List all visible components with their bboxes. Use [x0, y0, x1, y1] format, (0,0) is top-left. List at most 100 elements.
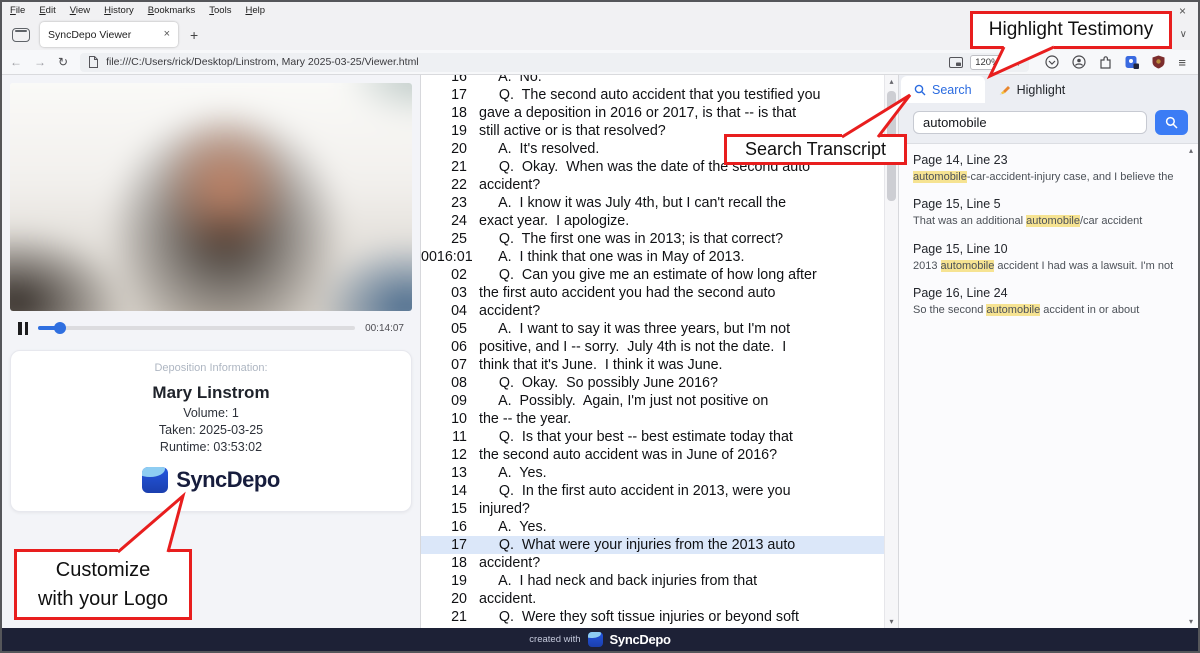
viewer-content: 00:14:07 Deposition Information: Mary Li…: [2, 75, 1198, 628]
transcript-line[interactable]: 02 Q. Can you give me an estimate of how…: [421, 266, 884, 284]
window-close-icon[interactable]: ×: [1179, 5, 1190, 17]
menu-item[interactable]: Bookmarks: [148, 5, 196, 16]
line-number: 0016:01: [421, 248, 479, 266]
current-time: 00:14:07: [365, 323, 404, 334]
menu-item[interactable]: View: [70, 5, 90, 16]
transcript-line[interactable]: 06 positive, and I -- sorry. July 4th is…: [421, 338, 884, 356]
scroll-up-icon[interactable]: ▴: [889, 77, 893, 86]
transcript-line[interactable]: 16 A. Yes.: [421, 518, 884, 536]
result-snippet: So the second automobile accident in or …: [913, 303, 1178, 317]
back-icon[interactable]: ←: [10, 56, 22, 68]
transcript-line[interactable]: 25 Q. The first one was in 2013; is that…: [421, 230, 884, 248]
seek-thumb[interactable]: [54, 322, 66, 334]
transcript-line[interactable]: 09 A. Possibly. Again, I'm just not posi…: [421, 392, 884, 410]
reload-icon[interactable]: ↻: [58, 56, 68, 68]
transcript-line[interactable]: 04 accident?: [421, 302, 884, 320]
transcript-line[interactable]: 14 Q. In the first auto accident in 2013…: [421, 482, 884, 500]
menu-item[interactable]: Help: [245, 5, 265, 16]
callout-highlight-text: Highlight Testimony: [989, 19, 1153, 41]
transcript-line[interactable]: 17 Q. The second auto accident that you …: [421, 86, 884, 104]
line-text: Q. What were your injuries from the 2013…: [479, 536, 795, 554]
line-text: the -- the year.: [479, 410, 571, 428]
menu-item[interactable]: History: [104, 5, 134, 16]
line-number: 19: [421, 572, 479, 590]
search-result[interactable]: Page 14, Line 23 automobile-car-accident…: [913, 153, 1178, 184]
transcript-line[interactable]: 12 the second auto accident was in June …: [421, 446, 884, 464]
search-result[interactable]: Page 15, Line 5 That was an additional a…: [913, 197, 1178, 228]
callout-logo-line2: with your Logo: [38, 585, 168, 614]
firefox-view-icon[interactable]: [12, 28, 30, 42]
transcript-line[interactable]: 18 accident?: [421, 554, 884, 572]
menu-item[interactable]: File: [10, 5, 25, 16]
seek-slider[interactable]: [38, 326, 355, 330]
line-number: 06: [421, 338, 479, 356]
transcript-line[interactable]: 18 gave a deposition in 2016 or 2017, is…: [421, 104, 884, 122]
footer-syncdepo-logo-icon: [588, 632, 603, 647]
line-number: 17: [421, 536, 479, 554]
snippet-match: automobile: [1026, 215, 1080, 227]
tab-highlight[interactable]: Highlight: [985, 76, 1079, 103]
transcript-line[interactable]: 11 Q. Is that your best -- best estimate…: [421, 428, 884, 446]
transcript-line[interactable]: 21 Q. Were they soft tissue injuries or …: [421, 608, 884, 626]
zoom-level-indicator[interactable]: 120%: [970, 55, 1004, 70]
transcript-line[interactable]: 0016:01 A. I think that one was in May o…: [421, 248, 884, 266]
search-result[interactable]: Page 16, Line 24 So the second automobil…: [913, 286, 1178, 317]
tab-close-icon[interactable]: ×: [164, 29, 170, 40]
line-text: the first auto accident you had the seco…: [479, 284, 775, 302]
line-text: A. No.: [479, 75, 542, 86]
transcript-line[interactable]: 10 the -- the year.: [421, 410, 884, 428]
search-button[interactable]: [1155, 110, 1188, 135]
transcript-line[interactable]: 20 accident.: [421, 590, 884, 608]
line-number: 20: [421, 140, 479, 158]
line-number: 16: [421, 518, 479, 536]
transcript-line[interactable]: 07 think that it's June. I think it was …: [421, 356, 884, 374]
search-input[interactable]: [913, 111, 1147, 134]
search-result[interactable]: Page 15, Line 10 2013 automobile acciden…: [913, 242, 1178, 273]
transcript-line[interactable]: 24 exact year. I apologize.: [421, 212, 884, 230]
shield-extension-icon[interactable]: [1152, 55, 1165, 69]
results-scrollbar[interactable]: ▴ ▾: [1184, 144, 1198, 628]
results-scroll-up-icon[interactable]: ▴: [1189, 146, 1193, 155]
account-icon[interactable]: [1072, 55, 1086, 69]
deposition-info-label: Deposition Information:: [11, 362, 411, 374]
transcript-line[interactable]: 17 Q. What were your injuries from the 2…: [421, 536, 884, 554]
new-tab-button[interactable]: +: [190, 28, 198, 42]
transcript-line[interactable]: 19 A. I had neck and back injuries from …: [421, 572, 884, 590]
transcript-line[interactable]: 08 Q. Okay. So possibly June 2016?: [421, 374, 884, 392]
password-manager-extension-icon[interactable]: [1125, 55, 1139, 69]
deposition-video[interactable]: [10, 83, 412, 311]
browser-tab[interactable]: SyncDepo Viewer ×: [40, 22, 178, 47]
menu-item[interactable]: Edit: [39, 5, 55, 16]
transcript-line[interactable]: 13 A. Yes.: [421, 464, 884, 482]
menu-item[interactable]: Tools: [209, 5, 231, 16]
result-location: Page 15, Line 5: [913, 197, 1178, 211]
transcript-line[interactable]: 22 accident?: [421, 176, 884, 194]
snippet-post: accident in or about: [1040, 304, 1139, 316]
pocket-icon[interactable]: [1045, 55, 1059, 69]
line-text: still active or is that resolved?: [479, 122, 666, 140]
scroll-down-icon[interactable]: ▾: [889, 617, 893, 626]
transcript-line[interactable]: 15 injured?: [421, 500, 884, 518]
transcript-line[interactable]: 03 the first auto accident you had the s…: [421, 284, 884, 302]
bookmark-star-icon[interactable]: ☆: [1012, 56, 1022, 69]
line-number: 08: [421, 374, 479, 392]
callout-customize-logo: Customize with your Logo: [14, 549, 192, 620]
line-number: 02: [421, 266, 479, 284]
browser-toolbar: ← → ↻ file:///C:/Users/rick/Desktop/Lins…: [2, 50, 1198, 75]
transcript-line[interactable]: 05 A. I want to say it was three years, …: [421, 320, 884, 338]
deposition-info-card: Deposition Information: Mary Linstrom Vo…: [10, 350, 412, 512]
url-bar[interactable]: file:///C:/Users/rick/Desktop/Linstrom, …: [80, 53, 1029, 72]
results-scroll-down-icon[interactable]: ▾: [1189, 617, 1193, 626]
snippet-pre: 2013: [913, 260, 941, 272]
pause-button[interactable]: [18, 322, 28, 335]
tab-search[interactable]: Search: [901, 76, 985, 103]
picture-in-picture-icon[interactable]: [949, 57, 963, 68]
extensions-icon[interactable]: [1099, 55, 1112, 69]
transcript-line[interactable]: 22 tissue injuries?: [421, 626, 884, 628]
transcript-line[interactable]: 23 A. I know it was July 4th, but I can'…: [421, 194, 884, 212]
list-tabs-chevron-icon[interactable]: ∨: [1180, 29, 1192, 40]
forward-icon[interactable]: →: [34, 56, 46, 68]
menu-item-list: File Edit View History Bookmarks Tools Help: [10, 5, 265, 16]
app-menu-icon[interactable]: ≡: [1178, 56, 1186, 69]
transcript-line[interactable]: 16 A. No.: [421, 75, 884, 86]
